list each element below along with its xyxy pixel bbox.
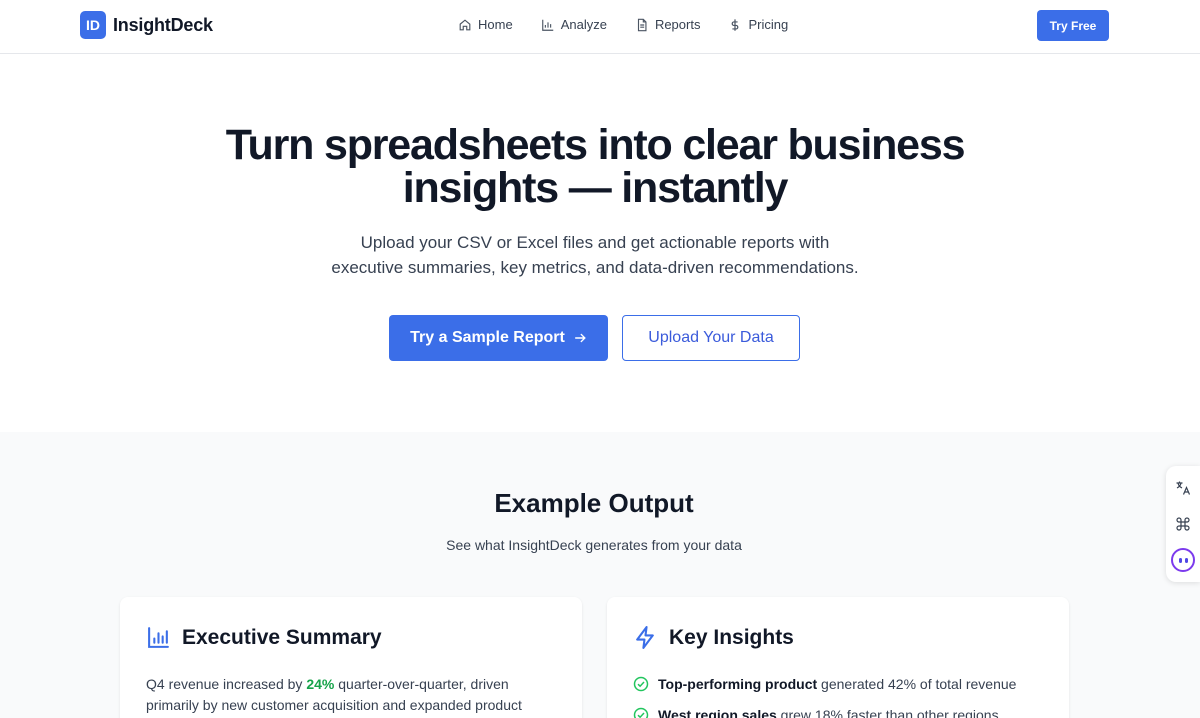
main-nav: Home Analyze Reports Pricing <box>458 17 788 32</box>
bar-chart-icon <box>541 19 553 31</box>
translate-button[interactable] <box>1170 475 1196 501</box>
command-button[interactable] <box>1170 511 1196 537</box>
example-title: Example Output <box>494 488 694 518</box>
card-title: Key Insights <box>669 625 794 649</box>
brand-logo: ID <box>80 11 106 39</box>
insight-bold: Top-performing product <box>658 676 818 692</box>
upload-your-data-button[interactable]: Upload Your Data <box>622 315 800 361</box>
insight-rest: grew 18% faster than other regions <box>776 707 999 718</box>
hero-subtitle-line-1: Upload your CSV or Excel files and get a… <box>360 233 830 252</box>
lightning-icon <box>636 626 654 649</box>
summary-highlight: 24% <box>306 676 335 692</box>
check-circle-icon <box>633 676 649 692</box>
nav-item-reports[interactable]: Reports <box>635 17 701 32</box>
nav-item-analyze[interactable]: Analyze <box>541 17 607 32</box>
card-title: Executive Summary <box>182 625 382 649</box>
home-icon <box>459 18 471 30</box>
insight-list: Top-performing product generated 42% of … <box>633 674 1053 718</box>
key-insights-card: Key Insights Top-performing product gene… <box>607 597 1069 718</box>
executive-summary-card: Executive Summary Q4 revenue increased b… <box>120 597 582 718</box>
hero-subtitle-line-2: executive summaries, key metrics, and da… <box>331 258 859 277</box>
check-circle-icon <box>633 707 649 718</box>
try-free-button[interactable]: Try Free <box>1037 10 1109 41</box>
brand-name: InsightDeck <box>113 14 213 35</box>
hero-title: Turn spreadsheets into clear business in… <box>225 121 966 212</box>
insight-rest: generated 42% of total revenue <box>817 676 1017 692</box>
try-sample-report-label: Try a Sample Report <box>410 329 565 346</box>
summary-text-start: Q4 revenue increased by <box>146 676 307 692</box>
nav-item-label: Analyze <box>560 17 607 32</box>
insight-item: West region sales grew 18% faster than o… <box>633 705 1053 718</box>
nav-item-label: Reports <box>654 17 701 32</box>
command-icon <box>1176 517 1190 531</box>
insight-text: West region sales grew 18% faster than o… <box>658 705 999 718</box>
insight-bold: West region sales <box>658 707 777 718</box>
dollar-icon <box>732 18 739 31</box>
site-header: ID InsightDeck Home Analyze Reports Pric… <box>0 0 1200 54</box>
brand[interactable]: ID InsightDeck <box>80 11 213 39</box>
bar-chart-icon <box>148 627 169 648</box>
insight-text: Top-performing product generated 42% of … <box>658 674 1016 695</box>
hero-subtitle: Upload your CSV or Excel files and get a… <box>250 230 940 280</box>
example-subtitle: See what InsightDeck generates from your… <box>446 537 742 553</box>
arrow-right-icon <box>575 333 586 343</box>
document-icon <box>637 18 647 31</box>
floating-toolbar <box>1166 466 1200 582</box>
executive-summary-text: Q4 revenue increased by 24% quarter-over… <box>146 674 556 716</box>
insight-item: Top-performing product generated 42% of … <box>633 674 1053 695</box>
translate-icon <box>1176 481 1191 495</box>
card-header: Key Insights <box>633 625 794 650</box>
nav-item-label: Home <box>478 17 513 32</box>
nav-item-pricing[interactable]: Pricing <box>728 17 788 32</box>
try-sample-report-button[interactable]: Try a Sample Report <box>389 315 608 361</box>
assistant-button[interactable] <box>1170 547 1196 573</box>
nav-item-label: Pricing <box>748 17 789 32</box>
nav-item-home[interactable]: Home <box>458 17 513 32</box>
card-header: Executive Summary <box>146 625 382 650</box>
assistant-icon <box>1171 548 1195 572</box>
